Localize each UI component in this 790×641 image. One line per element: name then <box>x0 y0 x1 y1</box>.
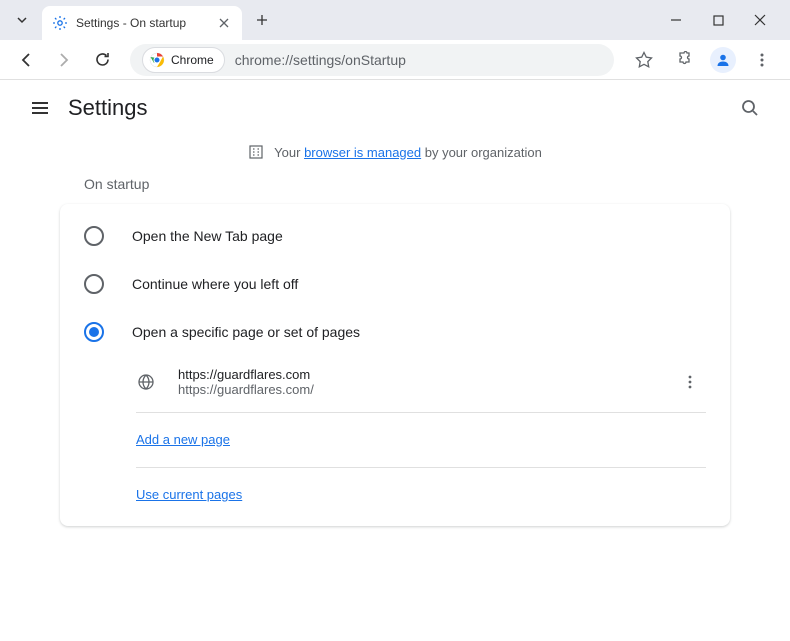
radio-continue[interactable]: Continue where you left off <box>60 260 730 308</box>
reload-icon <box>94 51 111 68</box>
toolbar-actions <box>626 46 780 74</box>
managed-text: Your browser is managed by your organiza… <box>274 145 542 160</box>
chevron-down-icon <box>16 14 28 26</box>
page-entry-url: https://guardflares.com/ <box>178 382 652 397</box>
maximize-icon <box>713 15 724 26</box>
add-page-link[interactable]: Add a new page <box>136 432 230 447</box>
settings-menu-button[interactable] <box>20 88 60 128</box>
divider <box>136 412 706 413</box>
settings-content: On startup Open the New Tab page Continu… <box>0 176 790 526</box>
maximize-button[interactable] <box>704 6 732 34</box>
dots-vertical-icon <box>682 374 698 390</box>
chrome-security-chip[interactable]: Chrome <box>142 47 225 73</box>
startup-card: Open the New Tab page Continue where you… <box>60 204 730 526</box>
radio-specific-pages[interactable]: Open a specific page or set of pages <box>60 308 730 356</box>
tab-search-dropdown[interactable] <box>8 6 36 34</box>
extensions-button[interactable] <box>670 46 698 74</box>
forward-button[interactable] <box>48 44 80 76</box>
section-label: On startup <box>60 176 730 204</box>
page-entry-more-button[interactable] <box>674 366 706 398</box>
close-icon <box>754 14 766 26</box>
minimize-icon <box>670 14 682 26</box>
menu-button[interactable] <box>748 46 776 74</box>
search-icon <box>740 98 760 118</box>
arrow-right-icon <box>55 51 73 69</box>
building-icon <box>248 144 264 160</box>
window-titlebar: Settings - On startup <box>0 0 790 40</box>
managed-link[interactable]: browser is managed <box>304 145 421 160</box>
page-entry-title: https://guardflares.com <box>178 367 652 382</box>
radio-button <box>84 226 104 246</box>
divider <box>136 467 706 468</box>
chrome-logo-icon <box>149 52 165 68</box>
globe-icon <box>136 372 156 392</box>
person-icon <box>715 52 731 68</box>
close-window-button[interactable] <box>746 6 774 34</box>
url-text: chrome://settings/onStartup <box>235 52 406 68</box>
back-button[interactable] <box>10 44 42 76</box>
tab-close-button[interactable] <box>216 15 232 31</box>
use-current-row[interactable]: Use current pages <box>60 472 730 518</box>
settings-title: Settings <box>68 95 730 121</box>
minimize-button[interactable] <box>662 6 690 34</box>
tab-strip: Settings - On startup <box>8 3 662 37</box>
managed-banner: Your browser is managed by your organiza… <box>0 136 790 176</box>
page-info: https://guardflares.com https://guardfla… <box>178 367 652 397</box>
browser-tab[interactable]: Settings - On startup <box>42 6 242 40</box>
radio-label: Open a specific page or set of pages <box>132 324 360 340</box>
radio-button-selected <box>84 322 104 342</box>
plus-icon <box>255 13 269 27</box>
hamburger-icon <box>30 98 50 118</box>
window-controls <box>662 6 782 34</box>
tab-title: Settings - On startup <box>76 16 208 30</box>
dots-vertical-icon <box>754 52 770 68</box>
new-tab-button[interactable] <box>248 6 276 34</box>
startup-page-entry: https://guardflares.com https://guardfla… <box>60 356 730 408</box>
close-icon <box>219 18 229 28</box>
arrow-left-icon <box>17 51 35 69</box>
star-icon <box>635 51 653 69</box>
radio-button <box>84 274 104 294</box>
use-current-link[interactable]: Use current pages <box>136 487 242 502</box>
settings-search-button[interactable] <box>730 88 770 128</box>
add-page-row[interactable]: Add a new page <box>60 417 730 463</box>
chrome-chip-label: Chrome <box>171 53 214 67</box>
radio-label: Continue where you left off <box>132 276 298 292</box>
settings-header: Settings <box>0 80 790 136</box>
radio-label: Open the New Tab page <box>132 228 283 244</box>
settings-gear-icon <box>52 15 68 31</box>
bookmark-button[interactable] <box>630 46 658 74</box>
omnibox[interactable]: Chrome chrome://settings/onStartup <box>130 44 614 76</box>
puzzle-icon <box>676 51 693 68</box>
reload-button[interactable] <box>86 44 118 76</box>
profile-avatar[interactable] <box>710 47 736 73</box>
radio-new-tab[interactable]: Open the New Tab page <box>60 212 730 260</box>
browser-toolbar: Chrome chrome://settings/onStartup <box>0 40 790 80</box>
